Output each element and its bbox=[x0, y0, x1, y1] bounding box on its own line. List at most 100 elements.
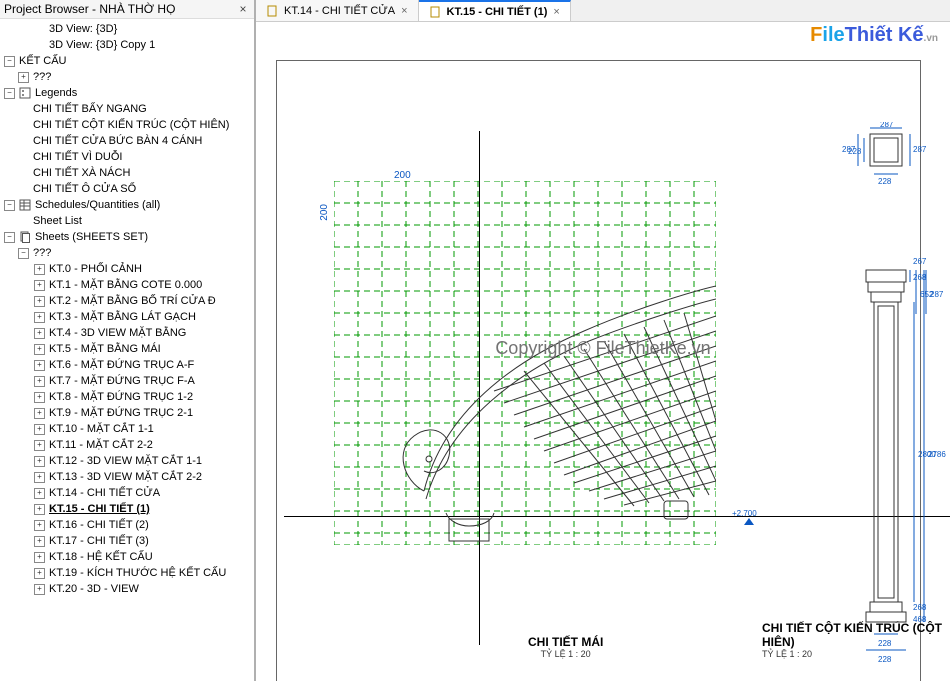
tree-item[interactable]: + KT.20 - 3D - VIEW bbox=[0, 581, 254, 597]
tree-item[interactable]: +KT.7 - MẶT ĐỨNG TRỤC F-A bbox=[0, 373, 254, 389]
expand-icon[interactable]: + bbox=[34, 392, 45, 403]
tree-item[interactable]: + KT.10 - MẶT CẮT 1-1 bbox=[0, 421, 254, 437]
expand-icon[interactable]: + bbox=[34, 264, 45, 275]
tree-item[interactable]: CHI TIẾT BẨY NGANG bbox=[0, 101, 254, 117]
view-tab[interactable]: KT.15 - CHI TIẾT (1)× bbox=[419, 0, 571, 21]
tree-item[interactable]: + KT.0 - PHỐI CẢNH bbox=[0, 261, 254, 277]
tree-item-label: CHI TIẾT Ô CỬA SỔ bbox=[33, 183, 136, 195]
expand-icon[interactable]: + bbox=[34, 584, 45, 595]
tree-item-label: KT.16 - CHI TIẾT (2) bbox=[49, 519, 149, 531]
tree-item-label: KT.19 - KÍCH THƯỚC HỆ KẾT CẤU bbox=[49, 567, 226, 579]
tab-close-button[interactable]: × bbox=[553, 6, 559, 18]
tree-item-label: KT.1 - MẶT BẰNG COTE 0.000 bbox=[49, 279, 202, 291]
expand-icon[interactable]: + bbox=[18, 72, 29, 83]
tree-item[interactable]: +??? bbox=[0, 69, 254, 85]
expand-icon[interactable]: + bbox=[34, 344, 45, 355]
panel-title: Project Browser - NHÀ THỜ HỌ bbox=[4, 2, 175, 16]
tree-item[interactable]: +KT.15 - CHI TIẾT (1) bbox=[0, 501, 254, 517]
tree-item[interactable]: + KT.17 - CHI TIẾT (3) bbox=[0, 533, 254, 549]
tree-item[interactable]: CHI TIẾT VÌ DUỖI bbox=[0, 149, 254, 165]
expand-icon[interactable]: + bbox=[34, 312, 45, 323]
tree-item-label: CHI TIẾT CỬA BỨC BÀN 4 CÁNH bbox=[33, 135, 202, 147]
tree-item-label: KT.6 - MẶT ĐỨNG TRỤC A-F bbox=[49, 359, 194, 371]
tree-item-label: KT.20 - 3D - VIEW bbox=[49, 583, 139, 595]
expand-icon[interactable]: + bbox=[34, 376, 45, 387]
panel-header: Project Browser - NHÀ THỜ HỌ × bbox=[0, 0, 254, 19]
viewport-roof-detail bbox=[334, 181, 716, 545]
twisty-blank bbox=[18, 120, 29, 131]
view-tab[interactable]: KT.14 - CHI TIẾT CỬA× bbox=[256, 0, 419, 21]
tree-item[interactable]: +KT.4 - 3D VIEW MẶT BẰNG bbox=[0, 325, 254, 341]
expand-icon[interactable]: + bbox=[34, 536, 45, 547]
expand-icon[interactable]: + bbox=[34, 424, 45, 435]
tree-item[interactable]: + KT.3 - MẶT BẰNG LÁT GẠCH bbox=[0, 309, 254, 325]
tree-item[interactable]: CHI TIẾT XÀ NÁCH bbox=[0, 165, 254, 181]
collapse-icon[interactable]: − bbox=[18, 248, 29, 259]
tree-item[interactable]: −Sheets (SHEETS SET) bbox=[0, 229, 254, 245]
tree-item[interactable]: +KT.9 - MẶT ĐỨNG TRỤC 2-1 bbox=[0, 405, 254, 421]
expand-icon[interactable]: + bbox=[34, 440, 45, 451]
collapse-icon[interactable]: − bbox=[4, 56, 15, 67]
panel-close-button[interactable]: × bbox=[236, 2, 250, 16]
expand-icon[interactable]: + bbox=[34, 488, 45, 499]
expand-icon[interactable]: + bbox=[34, 360, 45, 371]
expand-icon[interactable]: + bbox=[34, 408, 45, 419]
tree-item-label: KT.10 - MẶT CẮT 1-1 bbox=[49, 423, 154, 435]
expand-icon[interactable]: + bbox=[34, 456, 45, 467]
tree-item[interactable]: +KT.13 - 3D VIEW MẶT CẮT 2-2 bbox=[0, 469, 254, 485]
expand-icon[interactable]: + bbox=[34, 552, 45, 563]
tree-item[interactable]: +KT.11 - MẶT CẮT 2-2 bbox=[0, 437, 254, 453]
expand-icon[interactable]: + bbox=[34, 568, 45, 579]
tree-item[interactable]: −Schedules/Quantities (all) bbox=[0, 197, 254, 213]
tree-item[interactable]: +KT.8 - MẶT ĐỨNG TRỤC 1-2 bbox=[0, 389, 254, 405]
tree-item[interactable]: Sheet List bbox=[0, 213, 254, 229]
sheets-icon bbox=[19, 231, 31, 243]
logo-tk: Thiết Kế bbox=[845, 24, 924, 46]
logo-ile: ile bbox=[822, 24, 844, 46]
sched-icon bbox=[19, 199, 31, 211]
view-tabs: KT.14 - CHI TIẾT CỬA×KT.15 - CHI TIẾT (1… bbox=[256, 0, 950, 22]
collapse-icon[interactable]: − bbox=[4, 88, 15, 99]
project-browser-panel: Project Browser - NHÀ THỜ HỌ × 3D View: … bbox=[0, 0, 256, 681]
project-tree[interactable]: 3D View: {3D}3D View: {3D} Copy 1−KẾT CẤ… bbox=[0, 19, 254, 681]
tree-item[interactable]: 3D View: {3D} Copy 1 bbox=[0, 37, 254, 53]
tree-item-label: CHI TIẾT VÌ DUỖI bbox=[33, 151, 122, 163]
drawing-canvas[interactable]: 200 200 +2.700 CHI TIẾT bbox=[256, 22, 950, 681]
tree-item[interactable]: +KT.12 - 3D VIEW MẶT CẮT 1-1 bbox=[0, 453, 254, 469]
tree-item-label: CHI TIẾT CỘT KIẾN TRÚC (CỘT HIÊN) bbox=[33, 119, 229, 131]
view-title-roof: CHI TIẾT MÁI TỶ LỆ 1 : 20 bbox=[528, 635, 603, 659]
collapse-icon[interactable]: − bbox=[4, 232, 15, 243]
tree-item[interactable]: −KẾT CẤU bbox=[0, 53, 254, 69]
tree-item[interactable]: +KT.5 - MẶT BẰNG MÁI bbox=[0, 341, 254, 357]
tree-item[interactable]: −Legends bbox=[0, 85, 254, 101]
tree-item[interactable]: CHI TIẾT Ô CỬA SỔ bbox=[0, 181, 254, 197]
expand-icon[interactable]: + bbox=[34, 504, 45, 515]
tree-item[interactable]: +KT.18 - HỆ KẾT CẤU bbox=[0, 549, 254, 565]
tree-item-label: CHI TIẾT XÀ NÁCH bbox=[33, 167, 130, 179]
collapse-icon[interactable]: − bbox=[4, 200, 15, 211]
svg-text:287: 287 bbox=[842, 145, 856, 154]
tree-item[interactable]: CHI TIẾT CỘT KIẾN TRÚC (CỘT HIÊN) bbox=[0, 117, 254, 133]
tree-item[interactable]: +KT.14 - CHI TIẾT CỬA bbox=[0, 485, 254, 501]
tree-item[interactable]: + KT.19 - KÍCH THƯỚC HỆ KẾT CẤU bbox=[0, 565, 254, 581]
tree-item[interactable]: + KT.1 - MẶT BẰNG COTE 0.000 bbox=[0, 277, 254, 293]
tree-item[interactable]: −??? bbox=[0, 245, 254, 261]
tree-item[interactable]: +KT.2 - MẶT BẰNG BỐ TRÍ CỬA Đ bbox=[0, 293, 254, 309]
tree-item[interactable]: 3D View: {3D} bbox=[0, 21, 254, 37]
tree-item[interactable]: + KT.6 - MẶT ĐỨNG TRỤC A-F bbox=[0, 357, 254, 373]
tree-item-label: KT.17 - CHI TIẾT (3) bbox=[49, 535, 149, 547]
tree-item[interactable]: CHI TIẾT CỬA BỨC BÀN 4 CÁNH bbox=[0, 133, 254, 149]
tree-item[interactable]: + KT.16 - CHI TIẾT (2) bbox=[0, 517, 254, 533]
expand-icon[interactable]: + bbox=[34, 296, 45, 307]
expand-icon[interactable]: + bbox=[34, 280, 45, 291]
twisty-blank bbox=[18, 136, 29, 147]
tab-close-button[interactable]: × bbox=[401, 5, 407, 17]
elevation-value: +2.700 bbox=[732, 509, 757, 518]
expand-icon[interactable]: + bbox=[34, 472, 45, 483]
legend-icon bbox=[19, 87, 31, 99]
expand-icon[interactable]: + bbox=[34, 520, 45, 531]
tree-item-label: KT.0 - PHỐI CẢNH bbox=[49, 263, 142, 275]
expand-icon[interactable]: + bbox=[34, 328, 45, 339]
watermark-logo: FileThiết Kế.vn bbox=[810, 24, 938, 47]
tree-item-label: KT.3 - MẶT BẰNG LÁT GẠCH bbox=[49, 311, 196, 323]
